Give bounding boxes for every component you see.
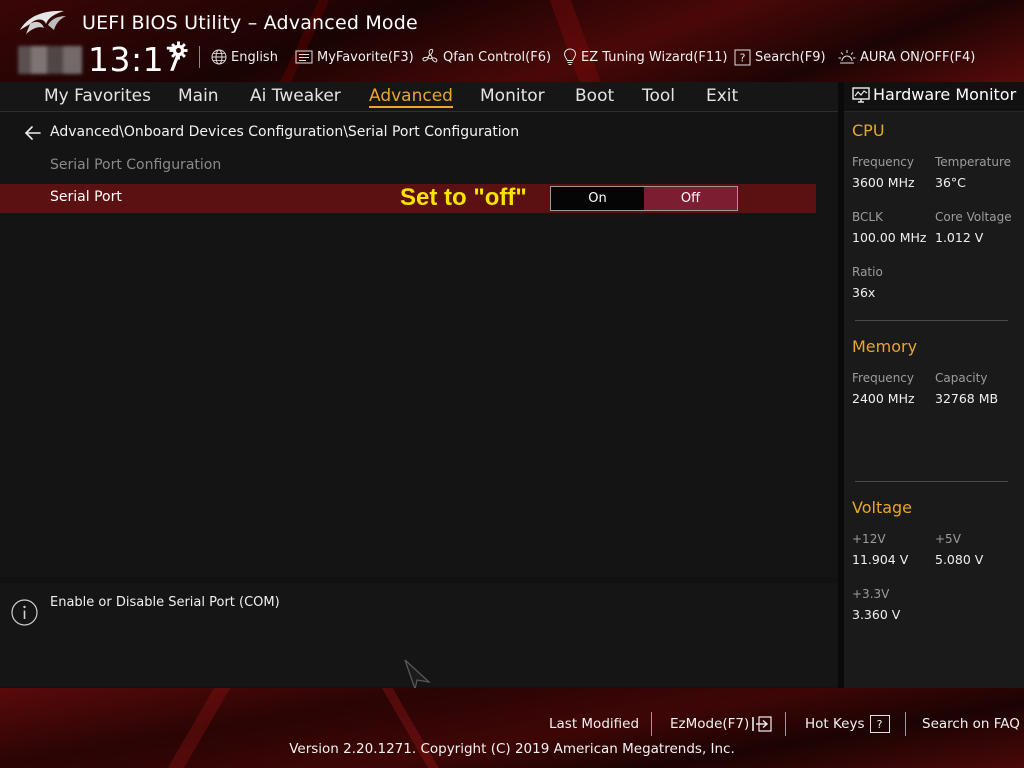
cpu-temperature-label: Temperature: [935, 155, 1012, 169]
core-voltage-label: Core Voltage: [935, 210, 1012, 224]
mouse-cursor-icon: [404, 659, 431, 690]
language-button[interactable]: English: [211, 46, 278, 68]
section-divider: [855, 320, 1008, 321]
tab-advanced[interactable]: Advanced: [369, 86, 453, 108]
annotation-text: Set to "off": [400, 184, 527, 211]
ez-mode-label: EzMode(F7): [670, 716, 750, 732]
date-display-blurred: [18, 46, 82, 74]
ez-tuning-wizard-button[interactable]: EZ Tuning Wizard(F11): [563, 46, 727, 68]
v12-value: 11.904 V: [852, 552, 909, 567]
tab-tool[interactable]: Tool: [642, 86, 675, 106]
last-modified-button[interactable]: Last Modified: [549, 714, 639, 734]
my-favorite-label: MyFavorite(F3): [317, 49, 414, 65]
hardware-monitor-panel: Hardware Monitor CPU Frequency Temperatu…: [844, 82, 1024, 688]
search-button[interactable]: ? Search(F9): [734, 46, 826, 68]
tab-boot[interactable]: Boot: [575, 86, 614, 106]
search-label: Search(F9): [755, 49, 826, 65]
svg-text:?: ?: [740, 51, 746, 64]
qfan-control-label: Qfan Control(F6): [443, 49, 552, 65]
qfan-control-button[interactable]: Qfan Control(F6): [421, 46, 551, 68]
search-faq-button[interactable]: Search on FAQ: [922, 714, 1020, 734]
v5-value: 5.080 V: [935, 552, 984, 567]
aura-label: AURA ON/OFF(F4): [860, 49, 976, 65]
aura-toggle-button[interactable]: AURA ON/OFF(F4): [838, 46, 975, 68]
back-arrow-icon[interactable]: [24, 125, 42, 141]
hot-keys-button[interactable]: Hot Keys ?: [805, 714, 890, 734]
section-heading: Serial Port Configuration: [50, 157, 222, 173]
hardware-monitor-header: Hardware Monitor: [844, 82, 1024, 112]
hot-keys-label: Hot Keys: [805, 716, 865, 732]
serial-port-label: Serial Port: [50, 189, 122, 205]
lightbulb-icon: [563, 48, 577, 65]
cpu-heading: CPU: [852, 121, 885, 140]
monitor-icon: [852, 87, 870, 103]
v33-label: +3.3V: [852, 587, 890, 601]
ez-tuning-wizard-label: EZ Tuning Wizard(F11): [581, 49, 728, 65]
tab-exit[interactable]: Exit: [706, 86, 738, 106]
bclk-value: 100.00 MHz: [852, 230, 927, 245]
tab-ai-tweaker[interactable]: Ai Tweaker: [250, 86, 341, 106]
app-title: UEFI BIOS Utility – Advanced Mode: [82, 12, 418, 34]
search-faq-label: Search on FAQ: [922, 716, 1020, 732]
tab-main[interactable]: Main: [178, 86, 219, 106]
hardware-monitor-title: Hardware Monitor: [873, 85, 1017, 104]
last-modified-label: Last Modified: [549, 716, 640, 732]
ratio-label: Ratio: [852, 265, 883, 279]
memory-capacity-label: Capacity: [935, 371, 988, 385]
favorite-list-icon: [295, 50, 313, 64]
language-label: English: [231, 49, 278, 65]
hot-keys-question-icon: ?: [869, 715, 890, 733]
help-search-icon: ?: [734, 49, 751, 65]
fan-icon: [422, 48, 438, 63]
header-separator: [199, 46, 200, 68]
help-panel: Enable or Disable Serial Port (COM): [0, 583, 838, 690]
voltage-heading: Voltage: [852, 498, 913, 517]
toggle-option-off[interactable]: Off: [644, 187, 737, 210]
toggle-option-on[interactable]: On: [551, 187, 644, 210]
memory-frequency-label: Frequency: [852, 371, 914, 385]
main-menu-bar: My Favorites Main Ai Tweaker Advanced Mo…: [0, 82, 838, 112]
exit-to-ezmode-icon: [752, 716, 772, 732]
memory-frequency-value: 2400 MHz: [852, 391, 915, 406]
rog-logo-icon: [20, 10, 66, 34]
footer-separator: [905, 712, 906, 736]
settings-panel: Advanced\Onboard Devices Configuration\S…: [0, 113, 838, 577]
breadcrumb: Advanced\Onboard Devices Configuration\S…: [50, 124, 520, 140]
section-divider: [855, 481, 1008, 482]
bclk-label: BCLK: [852, 210, 883, 224]
ratio-value: 36x: [852, 285, 876, 300]
header-bar: UEFI BIOS Utility – Advanced Mode 13:17 …: [0, 0, 1024, 82]
cpu-frequency-value: 3600 MHz: [852, 175, 915, 190]
help-description: Enable or Disable Serial Port (COM): [50, 595, 280, 610]
v12-label: +12V: [852, 532, 886, 546]
aura-light-icon: [838, 50, 856, 64]
tab-monitor[interactable]: Monitor: [480, 86, 545, 106]
clock-settings-gear-icon[interactable]: [169, 41, 188, 60]
copyright-text: Version 2.20.1271. Copyright (C) 2019 Am…: [289, 741, 735, 757]
info-icon: [11, 599, 38, 626]
core-voltage-value: 1.012 V: [935, 230, 984, 245]
v33-value: 3.360 V: [852, 607, 901, 622]
footer-separator: [651, 712, 652, 736]
cpu-temperature-value: 36°C: [935, 175, 966, 190]
footer-bar: Last Modified EzMode(F7) Hot Keys ? Sear…: [0, 688, 1024, 768]
serial-port-toggle[interactable]: On Off: [550, 186, 738, 211]
ez-mode-button[interactable]: EzMode(F7): [670, 714, 773, 734]
cpu-frequency-label: Frequency: [852, 155, 914, 169]
memory-capacity-value: 32768 MB: [935, 391, 999, 406]
serial-port-setting-row[interactable]: Serial Port Set to "off" On Off: [0, 184, 816, 213]
memory-heading: Memory: [852, 337, 918, 356]
tab-my-favorites[interactable]: My Favorites: [44, 86, 151, 106]
v5-label: +5V: [935, 532, 961, 546]
footer-separator: [785, 712, 786, 736]
my-favorite-button[interactable]: MyFavorite(F3): [295, 46, 414, 68]
globe-icon: [211, 49, 227, 65]
